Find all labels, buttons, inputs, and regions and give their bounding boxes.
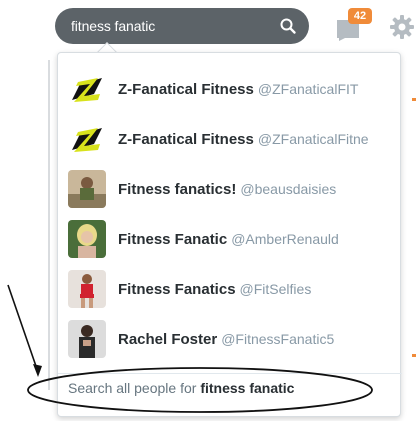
list-item[interactable]: Fitness Fanatic @AmberRenauld <box>58 214 402 264</box>
annotation-arrowhead <box>33 364 42 377</box>
search-input[interactable]: fitness fanatic <box>55 8 309 44</box>
search-all-query: fitness fanatic <box>200 380 295 396</box>
avatar <box>68 270 106 308</box>
result-name: Fitness Fanatic <box>118 230 228 248</box>
result-handle: @FitnessFanatic5 <box>221 330 335 347</box>
background-edge <box>48 60 50 390</box>
list-item[interactable]: Fitness fanatics! @beausdaisies <box>58 164 402 214</box>
search-icon[interactable] <box>279 17 297 35</box>
result-handle: @ZFanaticalFIT <box>257 80 359 97</box>
list-item[interactable]: Z-Fanatical Fitness @ZFanaticalFIT <box>58 64 402 114</box>
avatar <box>68 70 106 108</box>
list-item[interactable]: Fitness Fanatics @FitSelfies <box>58 264 402 314</box>
search-value[interactable]: fitness fanatic <box>71 18 155 34</box>
avatar <box>68 220 106 258</box>
result-handle: @FitSelfies <box>239 280 312 297</box>
result-name: Z-Fanatical Fitness <box>118 130 254 148</box>
list-item[interactable]: Z-Fanatical Fitness @ZFanaticalFitne <box>58 114 402 164</box>
avatar <box>68 320 106 358</box>
result-name: Z-Fanatical Fitness <box>118 80 254 98</box>
result-name: Fitness Fanatics <box>118 280 236 298</box>
search-all-prefix: Search all people for <box>68 380 201 396</box>
search-all-people-link[interactable]: Search all people for fitness fanatic <box>68 380 294 396</box>
result-name: Fitness fanatics! <box>118 180 237 198</box>
avatar <box>68 170 106 208</box>
avatar <box>68 120 106 158</box>
messages-button[interactable]: 42 <box>333 8 377 42</box>
messages-count-badge: 42 <box>348 8 372 24</box>
list-item[interactable]: Rachel Foster @FitnessFanatic5 <box>58 314 402 364</box>
result-name: Rachel Foster <box>118 330 218 348</box>
result-handle: @beausdaisies <box>240 180 337 197</box>
gear-icon[interactable] <box>389 14 415 40</box>
background-accent <box>412 354 416 357</box>
result-handle: @AmberRenauld <box>231 230 339 247</box>
background-accent <box>412 98 416 101</box>
annotation-arrow <box>7 284 39 373</box>
divider <box>58 373 402 374</box>
result-handle: @ZFanaticalFitne <box>257 130 369 147</box>
search-suggestions-dropdown: Z-Fanatical Fitness @ZFanaticalFIT Z-Fana… <box>57 52 402 417</box>
